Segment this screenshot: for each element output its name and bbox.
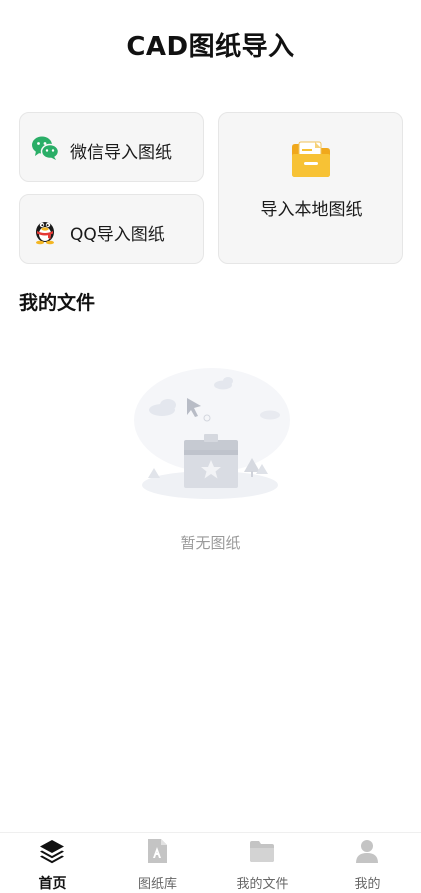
folder-document-icon [292, 141, 330, 177]
empty-state-text: 暂无图纸 [180, 534, 241, 552]
nav-label-my-files: 我的文件 [236, 877, 289, 892]
qq-import-button[interactable]: QQ导入图纸 [19, 194, 204, 264]
wechat-import-button[interactable]: 微信导入图纸 [19, 112, 204, 182]
wechat-import-label: 微信导入图纸 [70, 143, 172, 163]
local-import-button[interactable]: 导入本地图纸 [218, 112, 403, 264]
nav-item-home[interactable]: 首页 [0, 833, 105, 892]
empty-box-illustration [134, 368, 290, 499]
local-import-label: 导入本地图纸 [260, 200, 363, 220]
nav-label-drawing-library: 图纸库 [137, 877, 177, 892]
nav-item-drawing-library[interactable]: 图纸库 [105, 833, 210, 892]
nav-label-me: 我的 [354, 877, 381, 892]
qq-import-label: QQ导入图纸 [70, 225, 165, 245]
layers-icon [40, 840, 64, 864]
drawing-library-icon [148, 839, 167, 863]
user-icon [356, 840, 378, 863]
qq-penguin-icon [36, 222, 54, 245]
nav-item-me[interactable]: 我的 [315, 833, 420, 892]
nav-label-home: 首页 [38, 876, 67, 892]
wechat-icon [32, 136, 60, 160]
nav-item-my-files[interactable]: 我的文件 [210, 833, 315, 892]
my-files-section-title: 我的文件 [19, 292, 96, 314]
bottom-navigation: 首页 图纸库 我的文件 我的 [0, 832, 421, 892]
folder-icon [250, 841, 274, 862]
page-title: CAD图纸导入 [126, 32, 295, 62]
